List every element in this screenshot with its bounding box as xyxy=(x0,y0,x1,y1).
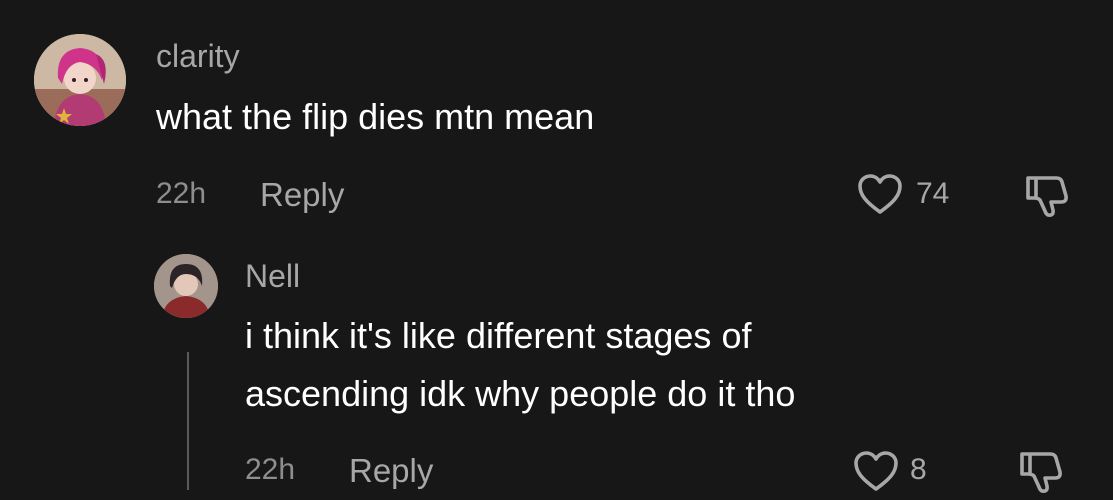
reply-button[interactable]: Reply xyxy=(349,452,433,490)
comment-timestamp: 22h xyxy=(156,177,207,210)
comment-text-line-2: ascending idk why people do it tho xyxy=(245,373,796,414)
like-count: 74 xyxy=(916,177,950,210)
comment-timestamp: 22h xyxy=(245,453,296,486)
username[interactable]: Nell xyxy=(245,258,300,295)
username[interactable]: clarity xyxy=(156,38,240,75)
thumbs-down-icon[interactable] xyxy=(1022,172,1072,218)
heart-outline-icon[interactable] xyxy=(856,172,904,216)
avatar[interactable] xyxy=(154,254,218,318)
reply-button[interactable]: Reply xyxy=(260,176,344,214)
like-count: 8 xyxy=(910,453,927,486)
thumbs-down-icon[interactable] xyxy=(1016,448,1066,494)
comment-text: what the flip dies mtn mean xyxy=(156,96,595,137)
thread-line xyxy=(187,352,189,490)
comment-text-line-1: i think it's like different stages of xyxy=(245,315,752,356)
reply-comment: Nell i think it's like different stages … xyxy=(0,240,1113,500)
avatar[interactable] xyxy=(34,34,126,126)
heart-outline-icon[interactable] xyxy=(852,449,900,493)
comment: clarity what the flip dies mtn mean 22h … xyxy=(0,0,1113,240)
